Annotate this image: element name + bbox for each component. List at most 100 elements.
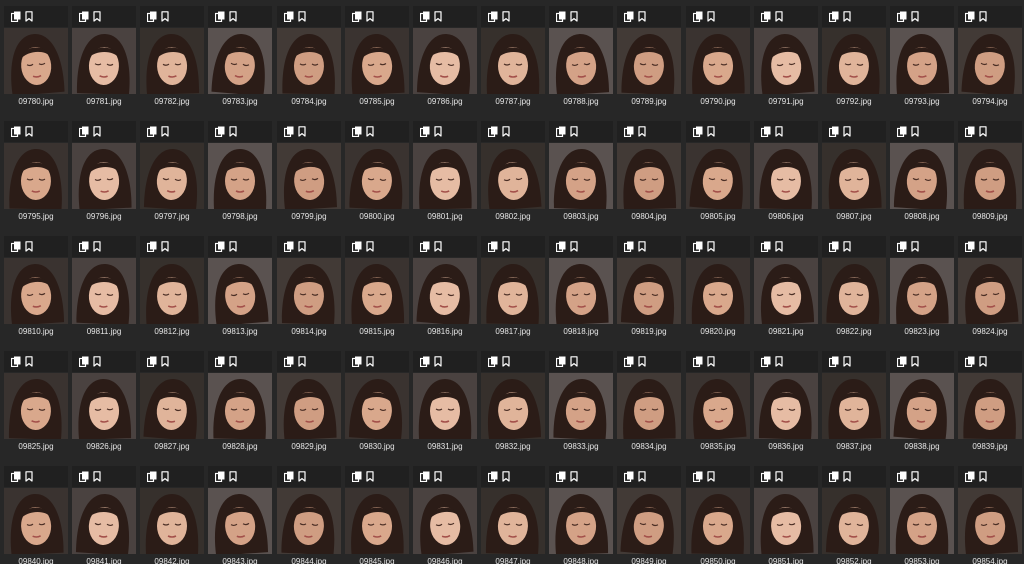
copy-icon[interactable] [624, 356, 634, 367]
thumbnail-image[interactable] [345, 373, 409, 439]
copy-icon[interactable] [897, 356, 907, 367]
copy-icon[interactable] [761, 471, 771, 482]
copy-icon[interactable] [693, 471, 703, 482]
thumbnail-image[interactable] [72, 258, 136, 324]
bookmark-icon[interactable] [911, 356, 919, 367]
bookmark-icon[interactable] [229, 126, 237, 137]
thumbnail-image[interactable] [345, 488, 409, 554]
copy-icon[interactable] [284, 11, 294, 22]
thumbnail-image[interactable] [822, 373, 886, 439]
copy-icon[interactable] [284, 356, 294, 367]
bookmark-icon[interactable] [161, 356, 169, 367]
copy-icon[interactable] [215, 241, 225, 252]
bookmark-icon[interactable] [843, 356, 851, 367]
thumbnail-tile[interactable]: 09794.jpg [958, 6, 1022, 114]
thumbnail-image[interactable] [4, 28, 68, 94]
bookmark-icon[interactable] [775, 126, 783, 137]
thumbnail-image[interactable] [686, 488, 750, 554]
thumbnail-image[interactable] [277, 28, 341, 94]
copy-icon[interactable] [761, 126, 771, 137]
thumbnail-image[interactable] [345, 258, 409, 324]
thumbnail-tile[interactable]: 09796.jpg [72, 121, 136, 229]
bookmark-icon[interactable] [366, 356, 374, 367]
copy-icon[interactable] [965, 241, 975, 252]
bookmark-icon[interactable] [502, 126, 510, 137]
copy-icon[interactable] [147, 471, 157, 482]
copy-icon[interactable] [79, 241, 89, 252]
bookmark-icon[interactable] [502, 11, 510, 22]
bookmark-icon[interactable] [25, 126, 33, 137]
bookmark-icon[interactable] [229, 471, 237, 482]
bookmark-icon[interactable] [707, 126, 715, 137]
thumbnail-image[interactable] [958, 373, 1022, 439]
thumbnail-image[interactable] [481, 143, 545, 209]
thumbnail-image[interactable] [686, 258, 750, 324]
copy-icon[interactable] [693, 11, 703, 22]
thumbnail-tile[interactable]: 09840.jpg [4, 466, 68, 564]
thumbnail-tile[interactable]: 09815.jpg [345, 236, 409, 344]
copy-icon[interactable] [761, 356, 771, 367]
thumbnail-tile[interactable]: 09781.jpg [72, 6, 136, 114]
copy-icon[interactable] [556, 356, 566, 367]
bookmark-icon[interactable] [843, 11, 851, 22]
thumbnail-image[interactable] [4, 143, 68, 209]
bookmark-icon[interactable] [366, 471, 374, 482]
bookmark-icon[interactable] [638, 126, 646, 137]
thumbnail-image[interactable] [72, 488, 136, 554]
thumbnail-image[interactable] [140, 143, 204, 209]
copy-icon[interactable] [147, 126, 157, 137]
copy-icon[interactable] [693, 126, 703, 137]
copy-icon[interactable] [829, 126, 839, 137]
thumbnail-image[interactable] [890, 373, 954, 439]
bookmark-icon[interactable] [366, 11, 374, 22]
bookmark-icon[interactable] [979, 241, 987, 252]
thumbnail-tile[interactable]: 09843.jpg [208, 466, 272, 564]
thumbnail-image[interactable] [413, 488, 477, 554]
copy-icon[interactable] [420, 471, 430, 482]
bookmark-icon[interactable] [707, 241, 715, 252]
thumbnail-tile[interactable]: 09786.jpg [413, 6, 477, 114]
thumbnail-tile[interactable]: 09817.jpg [481, 236, 545, 344]
thumbnail-image[interactable] [617, 28, 681, 94]
thumbnail-tile[interactable]: 09812.jpg [140, 236, 204, 344]
thumbnail-image[interactable] [822, 258, 886, 324]
bookmark-icon[interactable] [570, 471, 578, 482]
copy-icon[interactable] [897, 241, 907, 252]
bookmark-icon[interactable] [911, 11, 919, 22]
thumbnail-tile[interactable]: 09820.jpg [686, 236, 750, 344]
copy-icon[interactable] [79, 356, 89, 367]
copy-icon[interactable] [79, 11, 89, 22]
copy-icon[interactable] [420, 241, 430, 252]
thumbnail-tile[interactable]: 09803.jpg [549, 121, 613, 229]
bookmark-icon[interactable] [843, 126, 851, 137]
thumbnail-image[interactable] [413, 373, 477, 439]
thumbnail-image[interactable] [481, 373, 545, 439]
thumbnail-image[interactable] [958, 143, 1022, 209]
bookmark-icon[interactable] [638, 356, 646, 367]
copy-icon[interactable] [556, 241, 566, 252]
thumbnail-tile[interactable]: 09783.jpg [208, 6, 272, 114]
thumbnail-tile[interactable]: 09839.jpg [958, 351, 1022, 459]
thumbnail-tile[interactable]: 09790.jpg [686, 6, 750, 114]
thumbnail-image[interactable] [549, 258, 613, 324]
thumbnail-image[interactable] [481, 28, 545, 94]
thumbnail-image[interactable] [822, 143, 886, 209]
bookmark-icon[interactable] [979, 356, 987, 367]
thumbnail-tile[interactable]: 09848.jpg [549, 466, 613, 564]
thumbnail-tile[interactable]: 09827.jpg [140, 351, 204, 459]
copy-icon[interactable] [624, 471, 634, 482]
bookmark-icon[interactable] [161, 11, 169, 22]
thumbnail-tile[interactable]: 09810.jpg [4, 236, 68, 344]
thumbnail-image[interactable] [549, 488, 613, 554]
copy-icon[interactable] [897, 471, 907, 482]
thumbnail-image[interactable] [481, 488, 545, 554]
bookmark-icon[interactable] [229, 11, 237, 22]
copy-icon[interactable] [11, 471, 21, 482]
copy-icon[interactable] [624, 126, 634, 137]
thumbnail-image[interactable] [822, 28, 886, 94]
bookmark-icon[interactable] [775, 471, 783, 482]
bookmark-icon[interactable] [93, 241, 101, 252]
thumbnail-image[interactable] [754, 28, 818, 94]
bookmark-icon[interactable] [434, 356, 442, 367]
thumbnail-image[interactable] [958, 28, 1022, 94]
